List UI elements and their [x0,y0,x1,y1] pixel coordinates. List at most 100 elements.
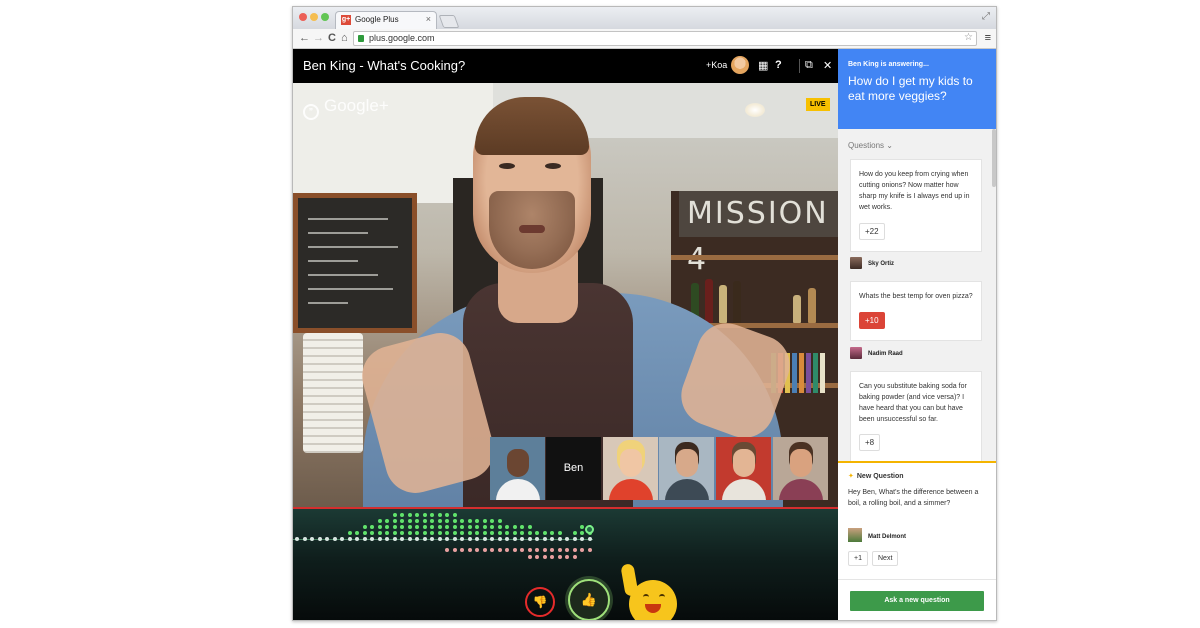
bookmark-star-icon[interactable]: ☆ [964,32,973,43]
reload-icon[interactable]: C [328,32,336,44]
reaction-dot [415,531,419,535]
reaction-dot-negative [550,555,554,559]
questions-dropdown[interactable]: Questions ⌄ [848,141,893,150]
reaction-dot [437,537,442,541]
dislike-button[interactable]: 👎 [525,587,555,617]
reaction-dot-negative [475,548,479,552]
fullscreen-icon[interactable]: ⤢ [982,11,990,22]
close-icon[interactable]: ✕ [823,59,832,72]
bottle [733,281,741,323]
participant-thumbnail[interactable] [603,437,658,500]
reaction-dot-negative [452,548,457,552]
reaction-dot [310,537,314,541]
new-question-title: ✦ New Question [848,473,904,480]
browser-tab[interactable]: g+ Google Plus × [335,11,437,29]
invite-button[interactable]: +Koa [706,60,727,70]
new-question-text: Hey Ben, What's the difference between a… [848,489,979,507]
like-button[interactable]: 👍 [568,579,610,620]
reaction-dot [497,537,502,541]
reaction-dot-negative [527,555,532,559]
smiley-mascot-icon [620,562,681,620]
reaction-dot [505,525,509,529]
reaction-dot [392,513,397,517]
reaction-dot [527,525,532,529]
reaction-dot [467,537,472,541]
bottle [719,285,727,323]
browser-menu-icon[interactable]: ≡ [985,32,991,44]
upvote-button[interactable]: +10 [859,312,885,329]
reaction-dot [437,525,442,529]
forward-icon[interactable]: → [313,32,324,44]
close-window-button[interactable] [299,13,307,21]
url-text: plus.google.com [369,33,435,43]
participant-thumbnail[interactable] [773,437,828,500]
apps-grid-icon[interactable]: ▦ [758,59,768,72]
reaction-dot [527,531,532,535]
participant-thumbnail-ben[interactable]: Ben [546,437,601,500]
participant-body [496,479,540,500]
back-icon[interactable]: ← [299,32,310,44]
upvote-button[interactable]: +8 [859,434,881,451]
book [799,353,804,393]
reaction-dot [572,537,577,541]
reaction-dot [512,525,517,529]
reaction-dot-negative [565,555,569,559]
reaction-dot [415,525,419,529]
minimize-window-button[interactable] [310,13,318,21]
meter-baseline [293,539,593,540]
reaction-dot [415,513,419,517]
book [813,353,818,393]
host-eye [545,163,561,169]
new-tab-button[interactable] [438,15,460,28]
participant-thumbnail[interactable] [716,437,771,500]
reaction-dot [535,531,539,535]
reaction-dot [482,537,487,541]
reaction-dot [355,537,359,541]
home-icon[interactable]: ⌂ [341,32,348,44]
reaction-dot [512,531,517,535]
reaction-dot [542,531,547,535]
reaction-dot-negative [587,548,592,552]
participant-thumbnail[interactable] [659,437,714,500]
bottle [793,295,801,323]
questions-scrollbar[interactable] [992,129,996,187]
reaction-dot [400,513,404,517]
reaction-dot [580,537,584,541]
reaction-dot [452,525,457,529]
reaction-dot [407,531,412,535]
reaction-dot-negative [445,548,449,552]
plus-one-button[interactable]: +1 [848,551,868,566]
user-avatar[interactable] [731,56,749,74]
google-plus-logo: ❞ Google+ [303,96,389,120]
reaction-dot [407,525,412,529]
reaction-dot [385,525,389,529]
participant-face [733,449,755,477]
reaction-dot [520,525,524,529]
reaction-dot [520,531,524,535]
reaction-dot [445,525,449,529]
reaction-dot-negative [535,555,539,559]
reaction-dot [467,531,472,535]
reaction-dot [362,531,367,535]
reaction-dot [452,537,457,541]
help-icon[interactable]: ? [775,59,782,71]
popout-icon[interactable]: ⧉ [805,59,813,72]
host-mouth [519,225,545,233]
participant-thumbnail[interactable] [490,437,545,500]
reaction-dot [347,531,352,535]
reaction-dot [430,531,434,535]
participant-face [507,449,529,477]
upvote-button[interactable]: +22 [859,223,885,240]
ask-new-question-button[interactable]: Ask a new question [850,591,984,611]
zoom-window-button[interactable] [321,13,329,21]
reaction-dot [407,537,412,541]
questions-list: Questions ⌄ How do you keep from crying … [838,129,996,463]
reaction-dot [460,525,464,529]
book [806,353,811,393]
reaction-dot [497,531,502,535]
next-button[interactable]: Next [872,551,899,566]
reaction-dot [482,531,487,535]
tab-close-icon[interactable]: × [426,14,431,24]
address-bar[interactable]: plus.google.com ☆ [353,31,977,46]
qa-panel: Ben King is answering... How do I get my… [838,49,996,620]
